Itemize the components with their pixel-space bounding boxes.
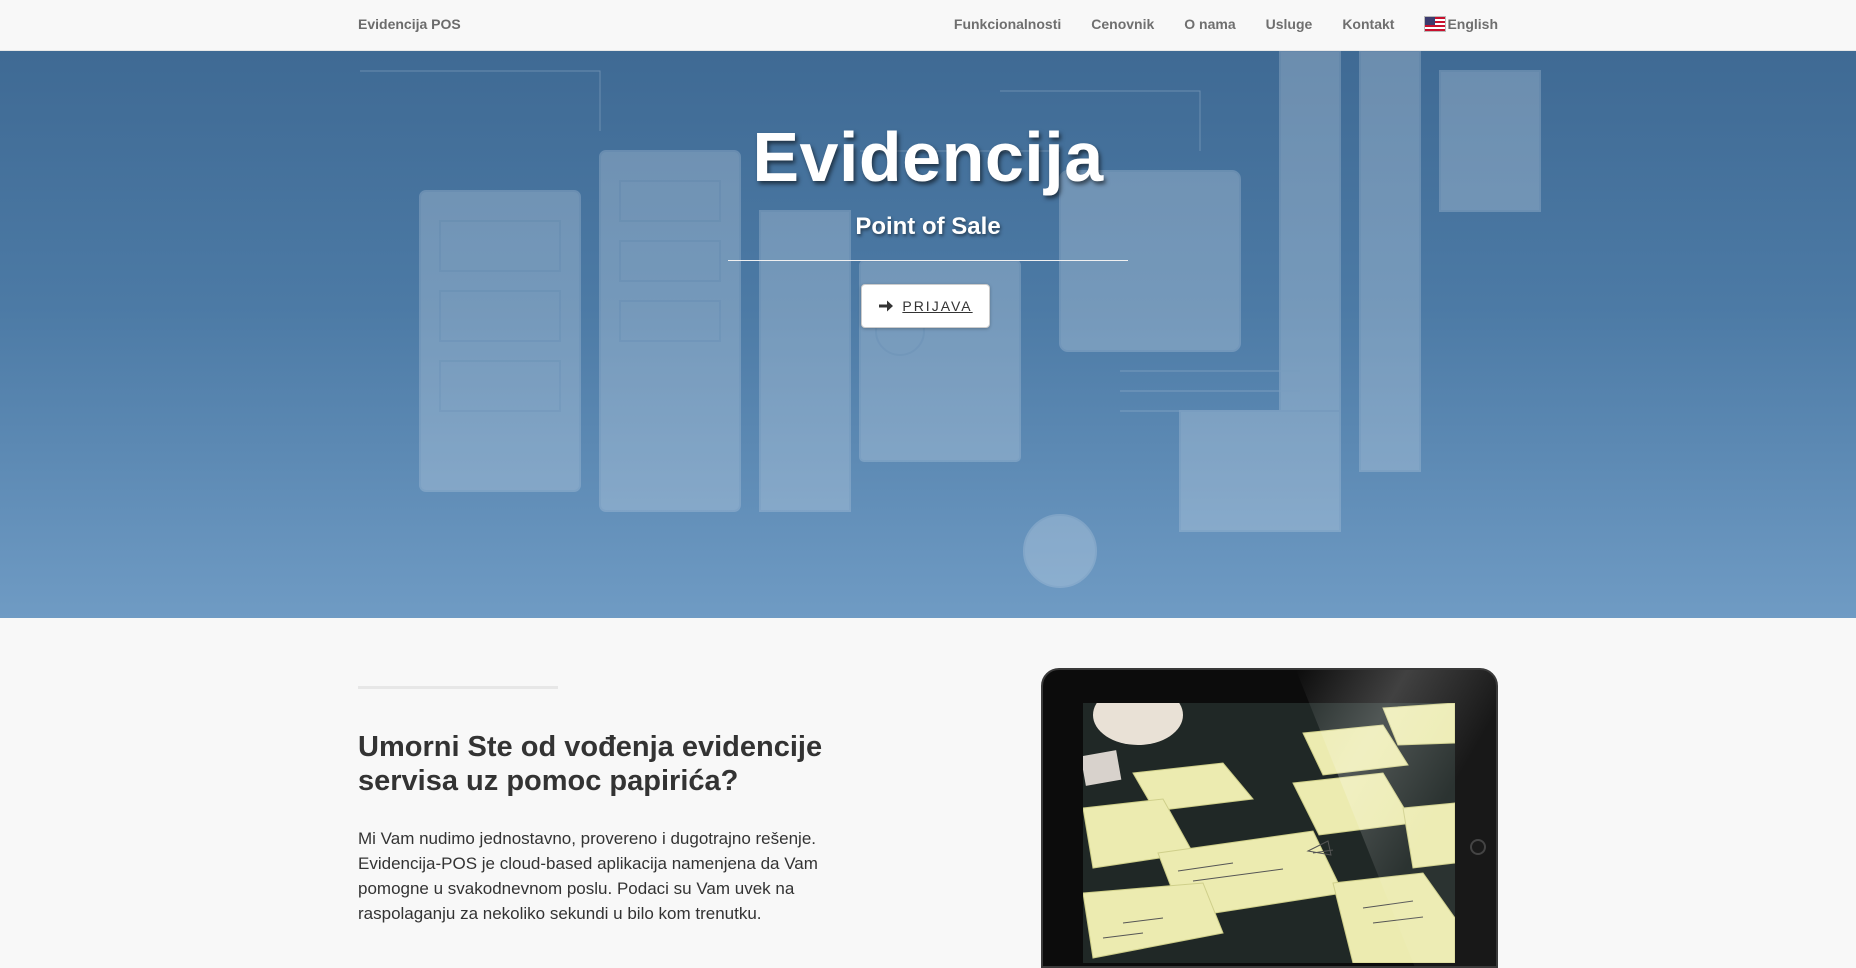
intro-section: Umorni Ste od vođenja evidencije servisa… — [0, 618, 1856, 968]
intro-text: Mi Vam nudimo jednostavno, provereno i d… — [358, 829, 818, 923]
intro-heading: Umorni Ste od vođenja evidencije servisa… — [358, 731, 823, 797]
nav-link-kontakt[interactable]: Kontakt — [1342, 16, 1394, 32]
nav-link-usluge[interactable]: Usluge — [1266, 16, 1313, 32]
arrow-right-icon — [879, 300, 894, 312]
nav-item-cenovnik[interactable]: Cenovnik — [1091, 16, 1154, 32]
nav-link-cenovnik[interactable]: Cenovnik — [1091, 16, 1154, 32]
hero-subtitle: Point of Sale — [855, 213, 1001, 240]
us-flag-icon — [1424, 16, 1447, 32]
section-divider — [358, 686, 558, 689]
language-link[interactable]: English — [1447, 16, 1498, 32]
hero-title: Evidencija — [752, 118, 1104, 196]
nav-item-o-nama[interactable]: O nama — [1184, 16, 1235, 32]
tablet-home-button — [1470, 839, 1486, 855]
nav-menu: Funkcionalnosti Cenovnik O nama Usluge K… — [924, 16, 1498, 32]
navbar: Evidencija POS Funkcionalnosti Cenovnik … — [0, 0, 1856, 51]
hero-section: Evidencija Point of Sale PRIJAVA — [0, 51, 1856, 618]
nav-item-funkcionalnosti[interactable]: Funkcionalnosti — [954, 16, 1061, 32]
nav-item-usluge[interactable]: Usluge — [1266, 16, 1313, 32]
tablet-image — [1041, 668, 1498, 968]
language-switch[interactable]: English — [1424, 16, 1498, 32]
login-button[interactable]: PRIJAVA — [861, 284, 990, 328]
nav-link-funkcionalnosti[interactable]: Funkcionalnosti — [954, 16, 1061, 32]
hero-divider — [728, 260, 1128, 261]
brand-link[interactable]: Evidencija POS — [358, 16, 461, 32]
nav-link-o-nama[interactable]: O nama — [1184, 16, 1235, 32]
nav-item-kontakt[interactable]: Kontakt — [1342, 16, 1394, 32]
login-button-label: PRIJAVA — [902, 298, 973, 314]
